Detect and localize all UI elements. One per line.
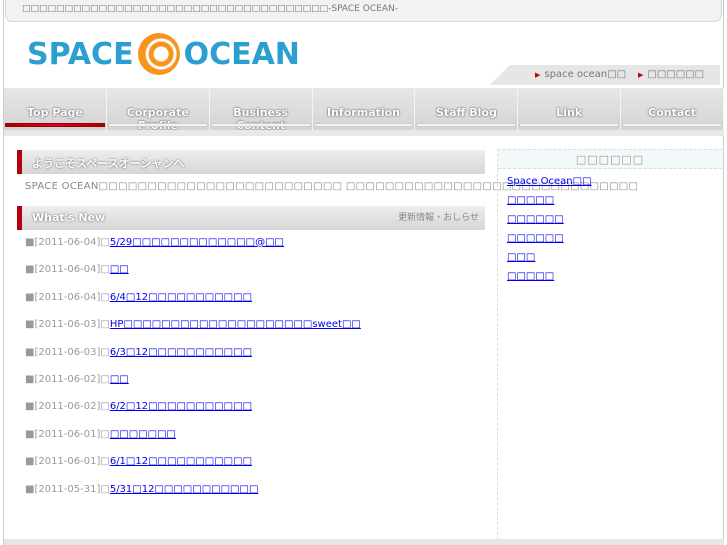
news-date: ■[2011-06-01]□ xyxy=(25,456,110,468)
news-link[interactable]: 6/2□12□□□□□□□□□□□ xyxy=(110,401,252,412)
whats-new-heading-text: What's New xyxy=(32,211,106,224)
sidebar-item: □□□□□□ xyxy=(507,233,722,252)
sidebar-link[interactable]: Space Ocean□□ xyxy=(507,176,592,187)
nav-label: Top Page xyxy=(27,106,83,119)
nav-label: Link xyxy=(556,106,583,119)
news-item: ■[2011-05-31]□5/31□12□□□□□□□□□□□ xyxy=(25,484,361,511)
arrow-icon: ▶ xyxy=(638,71,644,79)
logo[interactable]: SPACE OCEAN xyxy=(27,33,300,75)
top-tagline: □□□□□□□□□□□□□□□□□□□□□□□□□□□□□□□□□□□□-SPA… xyxy=(5,0,722,22)
sidebar-item: □□□□□ xyxy=(507,271,722,290)
sidebar-links: Space Ocean□□ □□□□□ □□□□□□ □□□□□□ □□□ □□□□□ xyxy=(498,169,722,290)
whats-new-subtitle: 更新情報・おしらせ xyxy=(398,213,479,223)
nav-staff-blog[interactable]: Staff Blog xyxy=(415,88,519,130)
nav-business-content[interactable]: Business Content xyxy=(209,88,313,132)
news-item: ■[2011-06-03]□HP□□□□□□□□□□□□□□□□□□□□swee… xyxy=(25,319,361,346)
news-item: ■[2011-06-01]□□□□□□□□ xyxy=(25,429,361,456)
nav-corporate-profile[interactable]: Corporate Profile xyxy=(106,88,210,132)
news-date: ■[2011-05-31]□ xyxy=(25,483,110,495)
nav-shadow xyxy=(4,130,724,136)
news-date: ■[2011-06-03]□ xyxy=(25,319,110,331)
nav-information[interactable]: Information xyxy=(312,88,416,130)
news-link[interactable]: □□□□□□□ xyxy=(110,429,176,440)
nav-indicator xyxy=(313,123,414,127)
footer-bar xyxy=(4,539,724,545)
sidebar-item: □□□□□ xyxy=(507,195,722,214)
nav-indicator xyxy=(416,123,517,127)
news-date: ■[2011-06-02]□ xyxy=(25,373,110,385)
logo-text-right: OCEAN xyxy=(183,36,300,72)
nav-indicator xyxy=(210,123,311,127)
nav-label: Information xyxy=(327,106,400,119)
news-item: ■[2011-06-04]□□□ xyxy=(25,264,361,291)
sidebar-link[interactable]: □□□□□ xyxy=(507,195,554,206)
header-sublinks: ▶ space ocean□□ ▶ □□□□□□ xyxy=(490,65,720,85)
sublink-label: □□□□□□ xyxy=(647,69,705,80)
sidebar-item: □□□□□□ xyxy=(507,214,722,233)
sidebar: □□□□□□ Space Ocean□□ □□□□□ □□□□□□ □□□□□□ □□□… xyxy=(497,149,722,545)
nav-contact[interactable]: Contact xyxy=(621,88,725,130)
main-nav: Top Page Corporate Profile Business Cont… xyxy=(4,88,725,132)
sidebar-link[interactable]: □□□ xyxy=(507,252,535,263)
nav-label: Corporate Profile xyxy=(126,106,189,132)
news-link[interactable]: 6/3□12□□□□□□□□□□□ xyxy=(110,347,252,358)
sidebar-title: □□□□□□ xyxy=(498,149,722,169)
nav-top-page[interactable]: Top Page xyxy=(4,88,107,130)
news-date: ■[2011-06-02]□ xyxy=(25,401,110,413)
news-list: ■[2011-06-04]□5/29□□□□□□□□□□□□□@□□ ■[2011… xyxy=(25,237,361,511)
news-item: ■[2011-06-01]□6/1□12□□□□□□□□□□□ xyxy=(25,456,361,483)
news-item: ■[2011-06-02]□□□ xyxy=(25,374,361,401)
sidebar-link[interactable]: □□□□□□ xyxy=(507,214,564,225)
news-item: ■[2011-06-04]□6/4□12□□□□□□□□□□□ xyxy=(25,292,361,319)
nav-indicator xyxy=(107,123,208,127)
sidebar-item: Space Ocean□□ xyxy=(507,176,722,195)
sublink-contact[interactable]: ▶ □□□□□□ xyxy=(638,69,704,85)
nav-link[interactable]: Link xyxy=(518,88,622,130)
nav-indicator xyxy=(622,123,723,127)
sidebar-link[interactable]: □□□□□□ xyxy=(507,233,564,244)
news-link[interactable]: 6/4□12□□□□□□□□□□□ xyxy=(110,292,252,303)
news-item: ■[2011-06-04]□5/29□□□□□□□□□□□□□@□□ xyxy=(25,237,361,264)
whats-new-heading: What's New 更新情報・おしらせ xyxy=(17,206,485,230)
nav-indicator xyxy=(5,123,105,127)
swirl-logo-icon xyxy=(137,33,180,75)
nav-label: Contact xyxy=(648,106,697,119)
news-date: ■[2011-06-04]□ xyxy=(25,237,110,248)
sublink-company[interactable]: ▶ space ocean□□ xyxy=(535,69,626,85)
nav-indicator xyxy=(519,123,620,127)
news-link[interactable]: 5/29□□□□□□□□□□□□□@□□ xyxy=(110,237,284,248)
logo-text-left: SPACE xyxy=(27,36,134,72)
welcome-heading-text: ようこそスペースオーシャンへ xyxy=(32,157,185,170)
news-date: ■[2011-06-04]□ xyxy=(25,264,110,276)
sidebar-item: □□□ xyxy=(507,252,722,271)
news-link[interactable]: HP□□□□□□□□□□□□□□□□□□□□sweet□□ xyxy=(110,319,361,330)
sublink-label: space ocean□□ xyxy=(544,69,627,80)
news-link[interactable]: 5/31□12□□□□□□□□□□□ xyxy=(110,484,259,495)
news-date: ■[2011-06-01]□ xyxy=(25,428,110,440)
nav-label: Staff Blog xyxy=(435,106,497,119)
sidebar-link[interactable]: □□□□□ xyxy=(507,271,554,282)
news-link[interactable]: 6/1□12□□□□□□□□□□□ xyxy=(110,456,252,467)
news-item: ■[2011-06-03]□6/3□12□□□□□□□□□□□ xyxy=(25,347,361,374)
news-date: ■[2011-06-04]□ xyxy=(25,291,110,303)
nav-label: Business Content xyxy=(233,106,289,132)
welcome-heading: ようこそスペースオーシャンへ xyxy=(17,150,485,174)
news-date: ■[2011-06-03]□ xyxy=(25,346,110,358)
news-link[interactable]: □□ xyxy=(110,374,129,385)
news-item: ■[2011-06-02]□6/2□12□□□□□□□□□□□ xyxy=(25,401,361,428)
arrow-icon: ▶ xyxy=(535,71,541,79)
news-link[interactable]: □□ xyxy=(110,264,129,275)
